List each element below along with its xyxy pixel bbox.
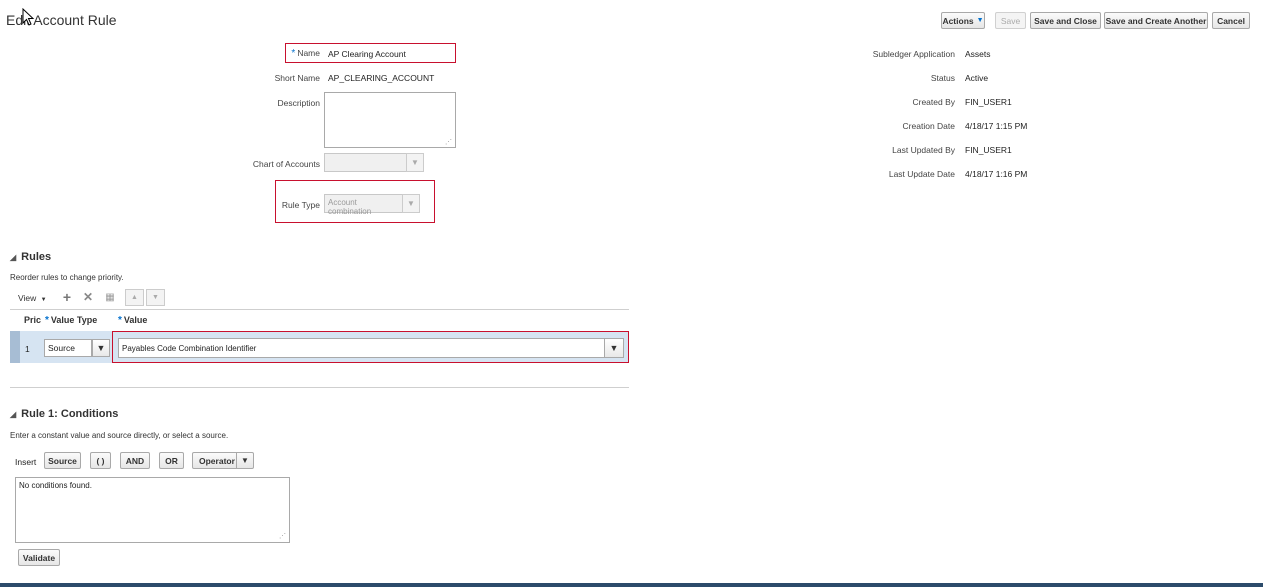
required-icon: * bbox=[118, 315, 122, 326]
save-and-close-button[interactable]: Save and Close bbox=[1030, 12, 1101, 29]
subledger-label: Subledger Application bbox=[872, 49, 955, 59]
col-value-header: * Value bbox=[118, 315, 147, 326]
value-type-dropdown-icon[interactable]: ▼ bbox=[92, 339, 110, 357]
short-name-value: AP_CLEARING_ACCOUNT bbox=[328, 73, 435, 83]
move-up-icon[interactable]: ▲ bbox=[125, 289, 144, 306]
value-type-select[interactable]: Source bbox=[44, 339, 92, 357]
insert-and-button[interactable]: AND bbox=[120, 452, 150, 469]
table-bottom-divider bbox=[10, 387, 629, 388]
coa-select[interactable] bbox=[324, 153, 407, 172]
insert-label: Insert bbox=[15, 457, 37, 467]
view-menu[interactable]: View ▼ bbox=[18, 293, 47, 303]
table-top-divider bbox=[10, 309, 629, 310]
subledger-value: Assets bbox=[965, 49, 991, 59]
move-down-icon[interactable]: ▼ bbox=[146, 289, 165, 306]
name-label: * Name bbox=[240, 48, 320, 59]
row-priority: 1 bbox=[25, 344, 30, 354]
save-and-create-another-button[interactable]: Save and Create Another bbox=[1104, 12, 1208, 29]
rule-type-label: Rule Type bbox=[281, 200, 320, 210]
validate-button[interactable]: Validate bbox=[18, 549, 60, 566]
chevron-down-icon: ▼ bbox=[976, 17, 984, 24]
insert-parentheses-button[interactable]: ( ) bbox=[90, 452, 111, 469]
status-value: Active bbox=[965, 73, 989, 83]
detach-icon[interactable]: ▦ bbox=[103, 290, 117, 304]
save-button[interactable]: Save bbox=[995, 12, 1026, 29]
resize-handle-icon[interactable]: ⋰ bbox=[445, 138, 452, 146]
operator-label: Operator bbox=[199, 455, 235, 466]
last-update-date-value: 4/18/17 1:16 PM bbox=[965, 169, 1028, 179]
coa-dropdown-icon[interactable]: ▼ bbox=[406, 153, 424, 172]
description-label: Description bbox=[277, 98, 320, 108]
cancel-button[interactable]: Cancel bbox=[1212, 12, 1250, 29]
coa-label: Chart of Accounts bbox=[252, 159, 320, 169]
rule-type-dropdown-icon[interactable]: ▼ bbox=[402, 194, 420, 213]
conditions-title: Rule 1: Conditions bbox=[21, 408, 119, 420]
value-dropdown-icon[interactable]: ▼ bbox=[604, 338, 624, 358]
description-textarea[interactable] bbox=[324, 92, 456, 148]
view-label: View bbox=[18, 293, 37, 303]
insert-operator-button[interactable]: Operator ▼ bbox=[192, 452, 254, 469]
status-label: Status bbox=[930, 73, 955, 83]
collapse-triangle-icon[interactable]: ◢ bbox=[10, 410, 16, 419]
col-value-type-header: * Value Type bbox=[45, 315, 97, 326]
collapse-triangle-icon[interactable]: ◢ bbox=[10, 253, 16, 262]
mouse-cursor-icon bbox=[22, 8, 35, 26]
last-updated-by-value: FIN_USER1 bbox=[965, 145, 1012, 155]
created-by-label: Created By bbox=[912, 97, 955, 107]
conditions-hint: Enter a constant value and source direct… bbox=[10, 431, 229, 440]
required-icon: * bbox=[45, 315, 49, 326]
last-updated-by-label: Last Updated By bbox=[892, 145, 955, 155]
add-icon[interactable]: + bbox=[60, 289, 74, 305]
rules-title: Rules bbox=[21, 251, 52, 263]
actions-menu-button[interactable]: Actions ▼ bbox=[941, 12, 985, 29]
bottom-border bbox=[0, 583, 1263, 587]
name-label-text: Name bbox=[297, 48, 320, 58]
chevron-down-icon: ▼ bbox=[236, 453, 253, 468]
resize-handle-icon[interactable]: ⋰ bbox=[279, 532, 286, 540]
created-by-value: FIN_USER1 bbox=[965, 97, 1012, 107]
rules-section-header[interactable]: ◢ Rules bbox=[10, 251, 51, 263]
col-value-type-text: Value Type bbox=[50, 315, 98, 325]
rule-type-select[interactable]: Account combination bbox=[324, 194, 403, 216]
delete-icon[interactable]: ✕ bbox=[81, 290, 95, 304]
rules-hint: Reorder rules to change priority. bbox=[10, 273, 124, 282]
required-icon: * bbox=[291, 48, 296, 59]
creation-date-value: 4/18/17 1:15 PM bbox=[965, 121, 1028, 131]
col-priority-header: Pric bbox=[24, 315, 42, 325]
last-update-date-label: Last Update Date bbox=[888, 169, 955, 179]
name-field[interactable]: AP Clearing Account bbox=[328, 49, 406, 59]
insert-or-button[interactable]: OR bbox=[159, 452, 184, 469]
col-value-text: Value bbox=[123, 315, 148, 325]
conditions-textarea[interactable]: No conditions found. bbox=[15, 477, 290, 543]
creation-date-label: Creation Date bbox=[902, 121, 955, 131]
actions-label: Actions bbox=[942, 15, 974, 26]
conditions-section-header[interactable]: ◢ Rule 1: Conditions bbox=[10, 408, 118, 420]
short-name-label: Short Name bbox=[274, 73, 320, 83]
chevron-down-icon: ▼ bbox=[40, 297, 47, 303]
value-input[interactable]: Payables Code Combination Identifier bbox=[118, 338, 605, 358]
row-selector[interactable] bbox=[10, 331, 20, 363]
insert-source-button[interactable]: Source bbox=[44, 452, 81, 469]
